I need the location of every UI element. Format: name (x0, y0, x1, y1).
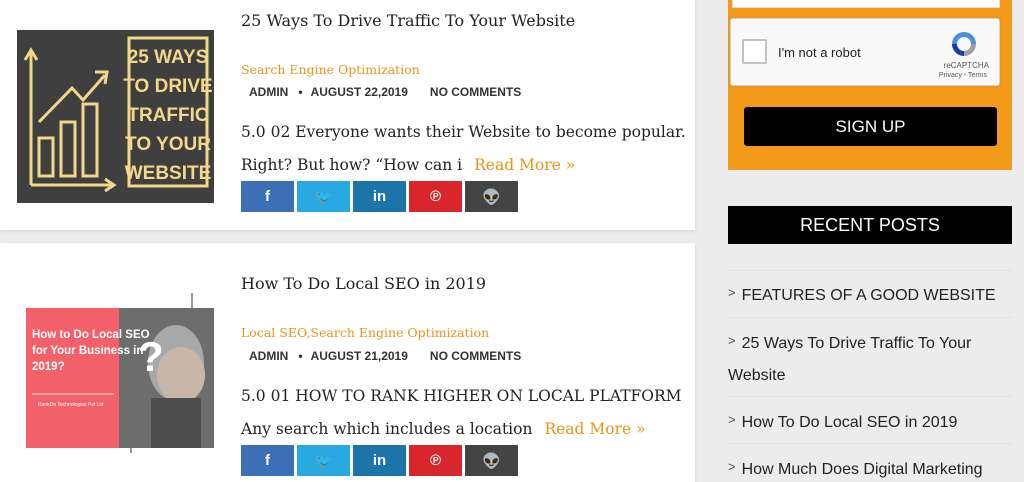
recent-post-link[interactable]: >25 Ways To Drive Traffic To Your Websit… (728, 325, 1012, 392)
recent-post-title[interactable]: 25 Ways To Drive Traffic To Your Website (728, 335, 971, 384)
reddit-icon: 👽 (482, 188, 501, 206)
post-comments[interactable]: NO COMMENTS (430, 85, 521, 99)
recent-posts-heading: RECENT POSTS (728, 206, 1012, 244)
captcha-links[interactable]: Privacy - Terms (939, 72, 987, 79)
post-meta: ADMIN • AUGUST 22,2019 NO COMMENTS (249, 85, 521, 99)
post-comments[interactable]: NO COMMENTS (430, 349, 521, 363)
excerpt-line: 5.0 02 Everyone wants their Website to b… (241, 123, 686, 141)
post-date: AUGUST 21,2019 (310, 349, 408, 363)
post-category[interactable]: Local SEO,Search Engine Optimization (241, 325, 489, 340)
post-card: 25 WAYS TO DRIVE TRAFFIC TO YOUR WEBSITE 25 … (0, 0, 695, 230)
post-thumbnail[interactable]: ? How to Do Local SEOfor Your Business i… (26, 293, 214, 453)
thumb-text-line: 2019? (32, 361, 65, 373)
read-more-link[interactable]: Read More » (544, 420, 645, 438)
twitter-share-button[interactable]: 🐦 (297, 445, 350, 476)
reddit-share-button[interactable]: 👽 (465, 181, 518, 212)
thumb-text-line: WEBSITE (125, 163, 212, 184)
recent-post-link[interactable]: > How Much Does Digital Marketing (728, 451, 1012, 482)
share-buttons: f 🐦 in ℗ 👽 (241, 445, 518, 476)
excerpt-line: Any search which includes a location Read… (241, 413, 682, 446)
pinterest-icon: ℗ (429, 188, 442, 205)
facebook-share-button[interactable]: f (241, 181, 294, 212)
reddit-icon: 👽 (482, 452, 501, 470)
reddit-share-button[interactable]: 👽 (465, 445, 518, 476)
chevron-right-icon: > (728, 285, 736, 300)
post-date: AUGUST 22,2019 (310, 85, 408, 99)
thumb-text-line: TRAFFIC (127, 105, 209, 126)
post-author[interactable]: ADMIN (249, 85, 288, 99)
recent-post-link[interactable]: > How To Do Local SEO in 2019 (728, 404, 1012, 439)
linkedin-share-button[interactable]: in (353, 181, 406, 212)
signup-button[interactable]: SIGN UP (744, 107, 997, 146)
post-author[interactable]: ADMIN (249, 349, 288, 363)
recaptcha-widget: I'm not a robot reCAPTCHA Privacy - Term… (730, 18, 1000, 86)
meta-separator: • (298, 85, 303, 99)
pinterest-share-button[interactable]: ℗ (409, 445, 462, 476)
recent-post-title[interactable]: How Much Does Digital Marketing (742, 461, 983, 478)
excerpt-text: Any search which includes a location (241, 420, 533, 438)
excerpt-line: Right? But how? “How can i Read More » (241, 149, 686, 182)
divider (728, 270, 1012, 271)
read-more-link[interactable]: Read More » (474, 156, 575, 174)
thumb-text-line: TO DRIVE (123, 76, 212, 97)
facebook-share-button[interactable]: f (241, 445, 294, 476)
recent-post-link[interactable]: > FEATURES OF A GOOD WEBSITE (728, 277, 1012, 312)
thumb-text-line: 25 WAYS (128, 47, 209, 68)
thumb-text-line: How to Do Local SEO (32, 329, 150, 341)
facebook-icon: f (265, 452, 270, 469)
meta-separator: • (298, 349, 303, 363)
excerpt-text: Right? But how? “How can i (241, 156, 463, 174)
recent-post-title[interactable]: FEATURES OF A GOOD WEBSITE (742, 287, 996, 304)
captcha-label: I'm not a robot (778, 45, 861, 60)
captcha-brand: reCAPTCHA (943, 61, 989, 70)
divider (728, 443, 1012, 444)
twitter-icon: 🐦 (314, 452, 333, 470)
pinterest-icon: ℗ (429, 452, 442, 469)
pinterest-share-button[interactable]: ℗ (409, 181, 462, 212)
post-excerpt: 5.0 02 Everyone wants their Website to b… (241, 116, 686, 182)
post-thumbnail[interactable]: 25 WAYS TO DRIVE TRAFFIC TO YOUR WEBSITE (17, 30, 214, 203)
recaptcha-icon (952, 32, 976, 56)
facebook-icon: f (265, 188, 270, 205)
post-category[interactable]: Search Engine Optimization (241, 62, 420, 77)
post-title[interactable]: 25 Ways To Drive Traffic To Your Website (241, 11, 575, 30)
divider (728, 317, 1012, 318)
excerpt-line: 5.0 01 HOW TO RANK HIGHER ON LOCAL PLATF… (241, 387, 682, 405)
post-card: ? How to Do Local SEO for Your Business i… (0, 243, 695, 482)
thumb-company: RankDo Technologies Pvt Ltd (38, 402, 104, 408)
chevron-right-icon: > (728, 459, 736, 474)
linkedin-share-button[interactable]: in (353, 445, 406, 476)
chevron-right-icon: > (728, 412, 736, 427)
thumb-text-line: TO YOUR (125, 134, 211, 155)
post-title[interactable]: How To Do Local SEO in 2019 (241, 274, 486, 293)
linkedin-icon: in (372, 188, 387, 205)
post-excerpt: 5.0 01 HOW TO RANK HIGHER ON LOCAL PLATF… (241, 380, 682, 446)
share-buttons: f 🐦 in ℗ 👽 (241, 181, 518, 212)
captcha-checkbox[interactable] (742, 39, 767, 64)
chevron-right-icon: > (728, 333, 736, 348)
thumb-text-line: for Your Business in (32, 345, 143, 357)
divider (728, 396, 1012, 397)
linkedin-icon: in (372, 452, 387, 469)
twitter-share-button[interactable]: 🐦 (297, 181, 350, 212)
recent-post-title[interactable]: How To Do Local SEO in 2019 (742, 414, 958, 431)
email-field[interactable] (732, 0, 1000, 8)
post-meta: ADMIN • AUGUST 21,2019 NO COMMENTS (249, 349, 521, 363)
twitter-icon: 🐦 (314, 188, 333, 206)
